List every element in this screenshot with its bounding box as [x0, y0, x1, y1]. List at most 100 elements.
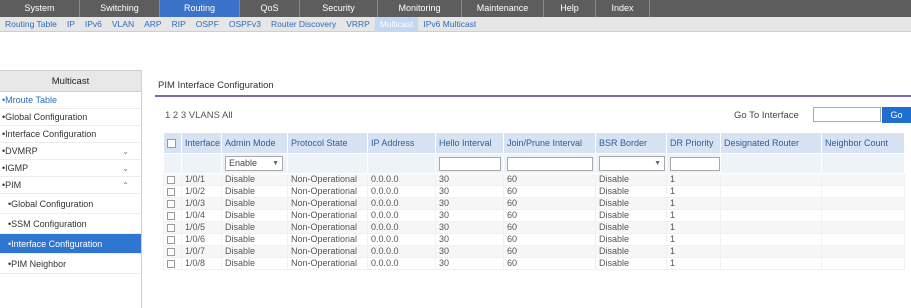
- tab-switching[interactable]: Switching: [80, 0, 160, 17]
- main-panel: PIM Interface Configuration 1 2 3 VLANS …: [155, 80, 911, 308]
- chevron-down-icon[interactable]: ⌄: [122, 143, 129, 160]
- col-bsr-border: BSR Border: [595, 132, 667, 154]
- col-neighbor-count: Neighbor Count: [821, 132, 905, 154]
- table-row[interactable]: 1/0/6 Disable Non-Operational 0.0.0.0 30 60 Di…: [163, 233, 905, 246]
- table-row[interactable]: 1/0/8 Disable Non-Operational 0.0.0.0 30 60 Di…: [163, 257, 905, 270]
- row-checkbox[interactable]: [167, 211, 175, 220]
- row-checkbox[interactable]: [167, 259, 175, 268]
- subnav-ipv6-multicast[interactable]: IPv6 Multicast: [418, 19, 481, 29]
- table-row[interactable]: 1/0/7 Disable Non-Operational 0.0.0.0 30 60 Di…: [163, 245, 905, 258]
- row-checkbox-cell[interactable]: [163, 245, 182, 258]
- row-checkbox[interactable]: [167, 199, 175, 208]
- table-row[interactable]: 1/0/5 Disable Non-Operational 0.0.0.0 30 60 Di…: [163, 221, 905, 234]
- dr-priority-input[interactable]: [670, 156, 720, 171]
- admin-mode-select[interactable]: Enable ▼: [225, 156, 283, 171]
- sidebar-item-pim[interactable]: •PIM ⌃: [0, 177, 141, 194]
- chevron-down-icon[interactable]: ⌄: [122, 160, 129, 177]
- subnav-vlan[interactable]: VLAN: [107, 19, 139, 29]
- subnav-multicast[interactable]: Multicast: [374, 16, 419, 32]
- table-row[interactable]: 1/0/1 Disable Non-Operational 0.0.0.0 30 60 Di…: [163, 173, 905, 186]
- row-checkbox-cell[interactable]: [163, 209, 182, 222]
- cell-ip: 0.0.0.0: [367, 245, 436, 258]
- bsr-border-select[interactable]: ▼: [599, 156, 665, 171]
- cell-join-prune: 60: [503, 173, 596, 186]
- cell-admin-mode: Disable: [221, 197, 288, 210]
- sub-nav: Routing Table IP IPv6 VLAN ARP RIP OSPF …: [0, 16, 911, 32]
- cell-admin-mode: Disable: [221, 173, 288, 186]
- pim-interface-table: Interface Admin Mode Protocol State IP A…: [163, 132, 905, 270]
- row-checkbox-cell[interactable]: [163, 257, 182, 270]
- subnav-router-discovery[interactable]: Router Discovery: [266, 19, 341, 29]
- cell-hello: 30: [435, 197, 504, 210]
- tab-qos[interactable]: QoS: [240, 0, 300, 17]
- vlans-pager[interactable]: 1 2 3 VLANS All: [165, 110, 233, 121]
- sidebar-item-dvmrp[interactable]: •DVMRP ⌄: [0, 143, 141, 160]
- cell-bsr-border: Disable: [595, 257, 667, 270]
- sidebar-item-ssm-configuration[interactable]: •SSM Configuration: [0, 214, 141, 234]
- sidebar-item-mroute-table[interactable]: •Mroute Table: [0, 92, 141, 109]
- cell-bsr-border: Disable: [595, 221, 667, 234]
- sidebar-item-pim-interface-configuration[interactable]: •Interface Configuration: [0, 234, 141, 254]
- row-checkbox[interactable]: [167, 187, 175, 196]
- tab-help[interactable]: Help: [544, 0, 596, 17]
- top-nav: System Switching Routing QoS Security Mo…: [0, 0, 911, 17]
- cell-interface: 1/0/6: [181, 233, 222, 246]
- subnav-ospfv3[interactable]: OSPFv3: [224, 19, 266, 29]
- sidebar-item-global-configuration[interactable]: •Global Configuration: [0, 109, 141, 126]
- row-checkbox-cell[interactable]: [163, 173, 182, 186]
- tab-maintenance[interactable]: Maintenance: [462, 0, 544, 17]
- goto-interface-input[interactable]: [813, 107, 881, 122]
- cell-neighbor-count: [821, 233, 905, 246]
- subnav-rip[interactable]: RIP: [167, 19, 191, 29]
- filter-cell-bsr-border: ▼: [595, 153, 667, 174]
- tab-security[interactable]: Security: [300, 0, 378, 17]
- title-divider: [155, 95, 911, 97]
- cell-admin-mode: Disable: [221, 221, 288, 234]
- cell-join-prune: 60: [503, 197, 596, 210]
- cell-protocol-state: Non-Operational: [287, 245, 368, 258]
- chevron-up-icon[interactable]: ⌃: [122, 177, 129, 194]
- select-all-checkbox[interactable]: [167, 139, 176, 149]
- filter-cell-neighbor-count: [821, 153, 905, 174]
- subnav-ospf[interactable]: OSPF: [191, 19, 224, 29]
- sidebar-item-pim-neighbor[interactable]: •PIM Neighbor: [0, 254, 141, 274]
- row-checkbox-cell[interactable]: [163, 185, 182, 198]
- row-checkbox[interactable]: [167, 175, 175, 184]
- table-body: 1/0/1 Disable Non-Operational 0.0.0.0 30 60 Di…: [163, 173, 905, 270]
- row-checkbox-cell[interactable]: [163, 197, 182, 210]
- select-all-checkbox-cell[interactable]: [163, 132, 182, 154]
- row-checkbox[interactable]: [167, 247, 175, 256]
- tab-routing[interactable]: Routing: [160, 0, 240, 17]
- sidebar-item-igmp[interactable]: •IGMP ⌄: [0, 160, 141, 177]
- row-checkbox-cell[interactable]: [163, 233, 182, 246]
- hello-interval-input[interactable]: [439, 156, 501, 171]
- cell-dr-priority: 1: [666, 257, 721, 270]
- subnav-arp[interactable]: ARP: [139, 19, 166, 29]
- subnav-ip[interactable]: IP: [62, 19, 80, 29]
- col-ip-address: IP Address: [367, 132, 436, 154]
- cell-hello: 30: [435, 221, 504, 234]
- subnav-routing-table[interactable]: Routing Table: [0, 19, 62, 29]
- row-checkbox-cell[interactable]: [163, 221, 182, 234]
- join-prune-interval-input[interactable]: [507, 156, 593, 171]
- go-button[interactable]: Go: [882, 107, 911, 123]
- row-checkbox[interactable]: [167, 223, 175, 232]
- tab-monitoring[interactable]: Monitoring: [378, 0, 462, 17]
- table-row[interactable]: 1/0/2 Disable Non-Operational 0.0.0.0 30 60 Di…: [163, 185, 905, 198]
- table-row[interactable]: 1/0/3 Disable Non-Operational 0.0.0.0 30 60 Di…: [163, 197, 905, 210]
- cell-dr-priority: 1: [666, 245, 721, 258]
- cell-ip: 0.0.0.0: [367, 173, 436, 186]
- table-row[interactable]: 1/0/4 Disable Non-Operational 0.0.0.0 30 60 Di…: [163, 209, 905, 222]
- cell-interface: 1/0/8: [181, 257, 222, 270]
- tab-index[interactable]: Index: [596, 0, 650, 17]
- cell-designated-router: [720, 173, 822, 186]
- sidebar-item-pim-global-configuration[interactable]: •Global Configuration: [0, 194, 141, 214]
- cell-neighbor-count: [821, 173, 905, 186]
- row-checkbox[interactable]: [167, 235, 175, 244]
- cell-bsr-border: Disable: [595, 185, 667, 198]
- tab-system[interactable]: System: [0, 0, 80, 17]
- cell-hello: 30: [435, 185, 504, 198]
- subnav-vrrp[interactable]: VRRP: [341, 19, 375, 29]
- sidebar-item-interface-configuration[interactable]: •Interface Configuration: [0, 126, 141, 143]
- subnav-ipv6[interactable]: IPv6: [80, 19, 107, 29]
